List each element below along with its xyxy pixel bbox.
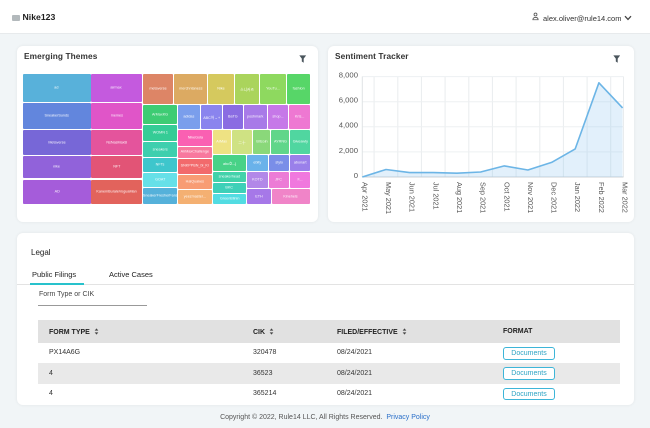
svg-text:May 2021: May 2021 <box>384 182 393 214</box>
svg-text:8,000: 8,000 <box>339 71 358 80</box>
svg-text:6,000: 6,000 <box>339 96 358 105</box>
svg-text:Jul 2021: Jul 2021 <box>431 182 440 210</box>
svg-text:4,000: 4,000 <box>339 121 358 130</box>
svg-text:Jun 2021: Jun 2021 <box>408 182 417 212</box>
svg-text:Apr 2021: Apr 2021 <box>360 182 369 212</box>
svg-text:Mar 2022: Mar 2022 <box>621 182 630 213</box>
svg-text:Sep 2021: Sep 2021 <box>479 182 488 213</box>
svg-text:Aug 2021: Aug 2021 <box>455 182 464 213</box>
svg-text:Dec 2021: Dec 2021 <box>550 182 559 213</box>
svg-text:0: 0 <box>354 171 358 180</box>
svg-text:Oct 2021: Oct 2021 <box>502 182 511 212</box>
svg-text:2,000: 2,000 <box>339 146 358 155</box>
svg-text:Nov 2021: Nov 2021 <box>526 182 535 213</box>
svg-text:Feb 2022: Feb 2022 <box>597 182 606 213</box>
svg-text:Jan 2022: Jan 2022 <box>573 182 582 212</box>
